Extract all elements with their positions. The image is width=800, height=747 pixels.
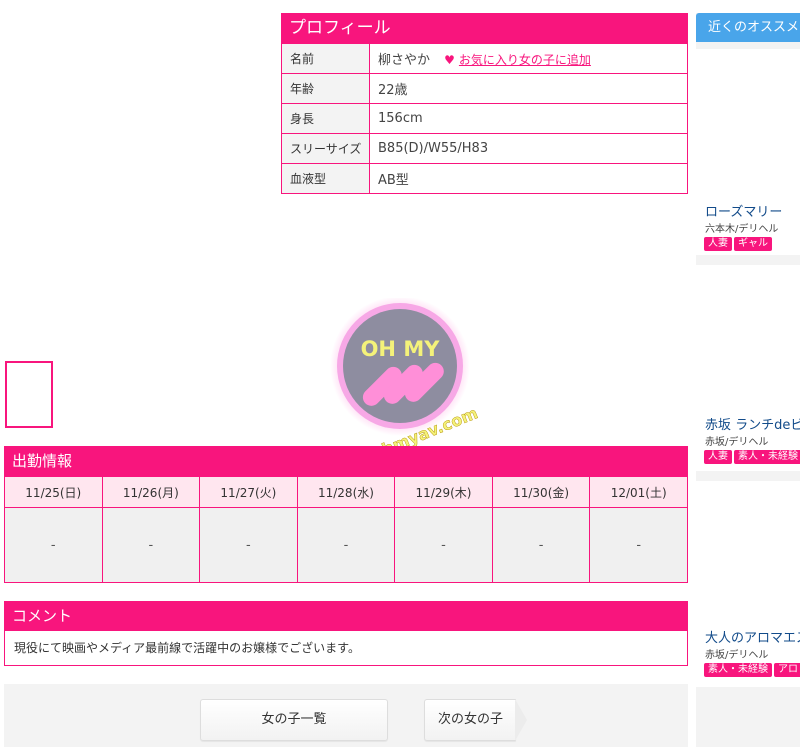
profile-table: 名前 柳さやか ♥ お気に入り女の子に追加 年齢 22歳 身長 156cm スリー… <box>281 43 688 194</box>
tag-badge: アロ <box>774 663 800 677</box>
profile-row-blood: 血液型 AB型 <box>281 163 688 194</box>
profile-value: 22歳 <box>369 73 688 104</box>
recommend-card-name[interactable]: 赤坂 ランチdeビン <box>705 414 800 433</box>
next-girl-button[interactable]: 次の女の子 <box>424 699 516 741</box>
watermark-logo: OH MY www.ohmyav.com <box>323 298 481 468</box>
profile-label: 身長 <box>281 103 370 134</box>
profile-label: 血液型 <box>281 163 370 194</box>
nearby-recommendations-sidebar: 近くのオススメ ローズマリー 六本木/デリヘル 人妻ギャル 赤坂 ランチdeビン… <box>696 13 800 747</box>
profile-label: 年齢 <box>281 73 370 104</box>
schedule-day: 11/27(火) <box>199 476 298 508</box>
tag-badge: 素人・未経験 <box>734 450 800 464</box>
schedule-slot: - <box>4 507 103 583</box>
schedule-table: 11/25(日) 11/26(月) 11/27(火) 11/28(水) 11/2… <box>4 476 688 583</box>
recommend-card-name[interactable]: ローズマリー <box>705 201 782 220</box>
sidebar-title: 近くのオススメ <box>696 13 800 42</box>
schedule-day: 11/25(日) <box>4 476 103 508</box>
tag-badge: 素人・未経験 <box>704 663 772 677</box>
comment-title: コメント <box>4 601 688 631</box>
recommend-card[interactable]: 赤坂 ランチdeビン 赤坂/デリヘル 人妻素人・未経験 <box>696 265 800 471</box>
profile-value: 156cm <box>369 103 688 134</box>
schedule-day: 11/29(木) <box>394 476 493 508</box>
profile-value: 柳さやか ♥ お気に入り女の子に追加 <box>369 43 688 74</box>
schedule-title: 出勤情報 <box>4 446 688 476</box>
profile-row-name: 名前 柳さやか ♥ お気に入り女の子に追加 <box>281 43 688 74</box>
recommend-card-name[interactable]: 大人のアロマエス <box>705 627 800 646</box>
comment-text: 現役にて映画やメディア最前線で活躍中のお嬢様でございます。 <box>4 631 688 666</box>
add-favorite-link[interactable]: ♥ お気に入り女の子に追加 <box>444 53 591 67</box>
profile-value: AB型 <box>369 163 688 194</box>
profile-row-height: 身長 156cm <box>281 103 688 134</box>
recommend-card-area: 赤坂/デリヘル <box>705 650 769 661</box>
schedule-day: 11/26(月) <box>101 476 201 508</box>
profile-label: スリーサイズ <box>281 133 370 164</box>
profile-section: プロフィール 名前 柳さやか ♥ お気に入り女の子に追加 年齢 22歳 身長 15… <box>281 13 688 194</box>
comment-section: コメント 現役にて映画やメディア最前線で活躍中のお嬢様でございます。 <box>4 601 688 666</box>
schedule-slots-row: - - - - - - - <box>4 507 688 583</box>
recommend-card[interactable]: ローズマリー 六本木/デリヘル 人妻 ギャル <box>696 49 800 255</box>
schedule-days-row: 11/25(日) 11/26(月) 11/27(火) 11/28(水) 11/2… <box>4 476 688 508</box>
schedule-day: 11/28(水) <box>296 476 396 508</box>
recommend-card-tags: 素人・未経験 アロ <box>704 661 800 677</box>
tag-badge: 人妻 <box>704 237 732 251</box>
schedule-day: 11/30(金) <box>491 476 591 508</box>
recommend-card-tags: 人妻 素人・未経験 <box>704 448 800 464</box>
schedule-slot: - <box>199 507 298 583</box>
profile-label: 名前 <box>281 43 370 74</box>
recommend-card-area: 赤坂/デリヘル <box>705 437 769 448</box>
profile-row-sizes: スリーサイズ B85(D)/W55/H83 <box>281 133 688 164</box>
schedule-slot: - <box>296 507 396 583</box>
recommend-card-tags: 人妻 ギャル <box>704 235 774 251</box>
schedule-slot: - <box>589 507 688 583</box>
schedule-slot: - <box>101 507 201 583</box>
profile-name-value: 柳さやか <box>378 53 431 68</box>
recommend-card[interactable]: 大人のアロマエス 赤坂/デリヘル 素人・未経験 アロ <box>696 481 800 687</box>
profile-row-age: 年齢 22歳 <box>281 73 688 104</box>
schedule-slot: - <box>491 507 591 583</box>
photo-thumbnail[interactable] <box>5 361 53 428</box>
tag-badge: 人妻 <box>704 450 732 464</box>
schedule-day: 12/01(土) <box>589 476 688 508</box>
watermark-top-text: OH MY <box>361 337 441 361</box>
add-favorite-label: お気に入り女の子に追加 <box>458 53 591 67</box>
tag-badge: ギャル <box>734 237 772 251</box>
schedule-slot: - <box>394 507 493 583</box>
bottom-navigation: 女の子一覧 次の女の子 <box>4 684 688 747</box>
profile-value: B85(D)/W55/H83 <box>369 133 688 164</box>
girl-list-button[interactable]: 女の子一覧 <box>200 699 388 741</box>
profile-title: プロフィール <box>281 13 688 43</box>
heart-icon: ♥ <box>444 53 455 67</box>
recommend-card-area: 六本木/デリヘル <box>705 224 779 235</box>
next-arrow-icon <box>515 699 527 741</box>
schedule-section: 出勤情報 11/25(日) 11/26(月) 11/27(火) 11/28(水)… <box>4 446 688 583</box>
